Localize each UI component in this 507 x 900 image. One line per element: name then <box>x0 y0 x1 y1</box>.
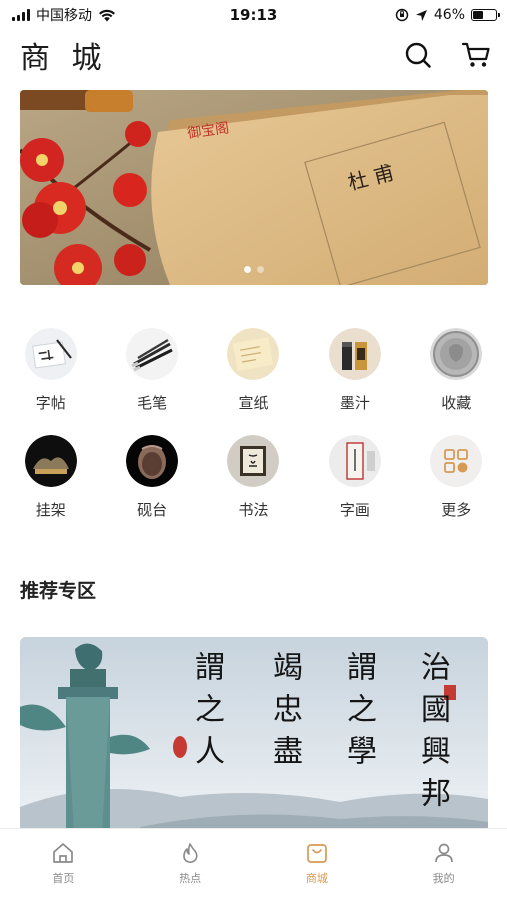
category-label: 更多 <box>441 501 472 519</box>
tab-label: 首页 <box>52 872 75 885</box>
calligraphy-column: 謂之人 <box>189 651 224 777</box>
wifi-icon <box>99 9 115 21</box>
section-title: 推荐专区 <box>20 580 97 602</box>
category-label: 收藏 <box>441 394 472 412</box>
tab-hot[interactable]: 热点 <box>127 829 254 900</box>
calligraphy-column: 謂之學 <box>341 651 376 777</box>
category-label: 墨汁 <box>339 394 370 412</box>
calligraphy-column: 竭忠盡 <box>267 651 302 777</box>
tab-label: 商城 <box>305 872 328 885</box>
category-label: 字画 <box>339 501 370 519</box>
battery-percent: 46% <box>433 7 465 23</box>
battery-icon <box>471 9 500 21</box>
banner-image: 御宝阁 杜 甫 <box>20 90 488 285</box>
category-label: 字帖 <box>35 394 66 412</box>
status-bar: 中国移动 19:13 46% <box>0 0 507 30</box>
flame-icon <box>183 843 198 863</box>
tab-bar: 首页 热点 商城 我的 <box>0 828 507 900</box>
inkstone-icon <box>126 435 179 487</box>
more-icon <box>430 435 483 487</box>
tab-home[interactable]: 首页 <box>0 829 127 900</box>
banner-carousel[interactable]: 御宝阁 杜 甫 <box>20 90 488 285</box>
category-label: 毛笔 <box>137 394 168 412</box>
calligraphy-icon <box>227 435 280 487</box>
search-icon <box>405 42 431 68</box>
tab-label: 我的 <box>432 872 455 885</box>
cart-icon <box>461 42 490 67</box>
category-inkstone[interactable]: 砚台 <box>101 435 202 520</box>
category-ink[interactable]: 墨汁 <box>304 328 405 413</box>
category-calligraphy[interactable]: 书法 <box>203 435 304 520</box>
category-label: 砚台 <box>137 501 168 519</box>
category-label: 宣纸 <box>238 394 269 412</box>
home-icon <box>53 843 74 863</box>
promo-card[interactable]: 治國興邦 謂之學 竭忠盡 謂之人 <box>20 637 488 832</box>
search-button[interactable] <box>403 40 433 70</box>
carrier-name: 中国移动 <box>36 8 92 24</box>
category-label: 书法 <box>238 501 269 519</box>
category-stand[interactable]: 挂架 <box>0 435 101 520</box>
shop-bag-icon <box>307 844 327 863</box>
orientation-lock-icon <box>395 8 409 22</box>
tab-label: 热点 <box>179 872 202 885</box>
battery-level <box>473 11 484 19</box>
category-label: 挂架 <box>35 501 66 519</box>
user-icon <box>434 843 453 863</box>
copybook-icon <box>24 328 77 380</box>
category-rice-paper[interactable]: 宣纸 <box>203 328 304 413</box>
carousel-dot[interactable] <box>257 266 264 273</box>
stand-icon <box>24 435 77 487</box>
coin-icon <box>430 328 483 380</box>
category-brush[interactable]: 毛笔 <box>101 328 202 413</box>
page-title: 商 城 <box>20 41 108 76</box>
signal-icon <box>12 9 30 21</box>
header-actions <box>403 40 491 70</box>
carousel-dots <box>20 266 488 273</box>
category-painting[interactable]: 字画 <box>304 435 405 520</box>
brush-icon <box>126 328 179 380</box>
tab-shop[interactable]: 商城 <box>254 829 381 900</box>
rice-paper-icon <box>227 328 280 380</box>
category-copybook[interactable]: 字帖 <box>0 328 101 413</box>
category-more[interactable]: 更多 <box>406 435 507 520</box>
ink-icon <box>328 328 381 380</box>
category-collection[interactable]: 收藏 <box>406 328 507 413</box>
status-right: 46% <box>395 7 500 23</box>
carousel-dot[interactable] <box>244 266 251 273</box>
category-grid: 字帖 毛笔 宣纸 墨汁 收藏 挂架 砚台 书法 字画 更多 <box>0 328 507 520</box>
painting-icon <box>328 435 381 487</box>
location-icon <box>415 9 427 21</box>
header: 商 城 <box>0 30 507 80</box>
seal-left <box>173 736 187 758</box>
tab-mine[interactable]: 我的 <box>380 829 507 900</box>
status-left: 中国移动 <box>12 5 116 25</box>
calligraphy-column: 治國興邦 <box>415 651 450 819</box>
cart-button[interactable] <box>461 40 491 70</box>
